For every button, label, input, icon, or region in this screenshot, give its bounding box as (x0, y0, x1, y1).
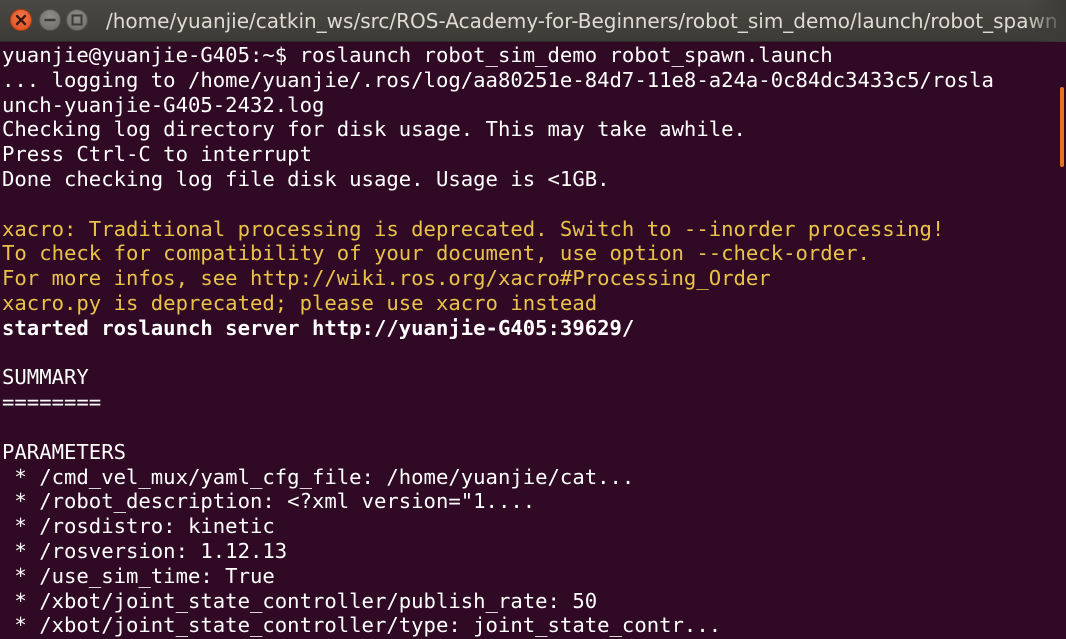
terminal-line: Done checking log file disk usage. Usage… (2, 166, 610, 191)
terminal-line: * /use_sim_time: True (2, 563, 275, 588)
close-button[interactable] (10, 9, 32, 31)
close-icon (15, 14, 27, 26)
maximize-icon (71, 14, 83, 26)
terminal-line: xacro.py is deprecated; please use xacro… (2, 290, 598, 315)
terminal-line: yuanjie@yuanjie-G405:~$ roslaunch robot_… (2, 43, 833, 67)
terminal-line: * /rosdistro: kinetic (2, 514, 275, 539)
terminal-line: ======== (2, 390, 102, 415)
terminal-line: For more infos, see http://wiki.ros.org/… (2, 266, 771, 291)
terminal-line: unch-yuanjie-G405-2432.log (2, 92, 325, 117)
terminal-line: * /xbot/joint_state_controller/publish_r… (2, 588, 598, 613)
terminal-line: PARAMETERS (2, 439, 126, 464)
terminal-line: started roslaunch server http://yuanjie-… (2, 315, 635, 340)
terminal-line: ... logging to /home/yuanjie/.ros/log/aa… (2, 67, 994, 92)
scrollbar-thumb[interactable] (1060, 87, 1064, 167)
maximize-button[interactable] (66, 9, 88, 31)
title-fade (1026, 0, 1066, 42)
title-bar[interactable]: /home/yuanjie/catkin_ws/src/ROS-Academy-… (0, 0, 1066, 42)
terminal-line: SUMMARY (2, 365, 89, 390)
terminal-line: To check for compatibility of your docum… (2, 241, 870, 266)
minimize-button[interactable] (39, 9, 61, 31)
terminal-line: * /robot_description: <?xml version="1..… (2, 489, 536, 514)
minimize-icon (44, 18, 56, 22)
scrollbar[interactable] (1058, 43, 1066, 639)
terminal-line: * /xbot/joint_state_controller/type: joi… (2, 613, 722, 638)
terminal-line: * /cmd_vel_mux/yaml_cfg_file: /home/yuan… (2, 464, 635, 489)
terminal-line: Press Ctrl-C to interrupt (2, 142, 312, 167)
terminal-window: /home/yuanjie/catkin_ws/src/ROS-Academy-… (0, 0, 1066, 639)
terminal-output[interactable]: yuanjie@yuanjie-G405:~$ roslaunch robot_… (0, 43, 1058, 639)
window-title: /home/yuanjie/catkin_ws/src/ROS-Academy-… (106, 9, 1056, 33)
terminal-line: xacro: Traditional processing is depreca… (2, 216, 945, 241)
terminal-line: * /rosversion: 1.12.13 (2, 538, 288, 563)
terminal-line: Checking log directory for disk usage. T… (2, 117, 746, 142)
